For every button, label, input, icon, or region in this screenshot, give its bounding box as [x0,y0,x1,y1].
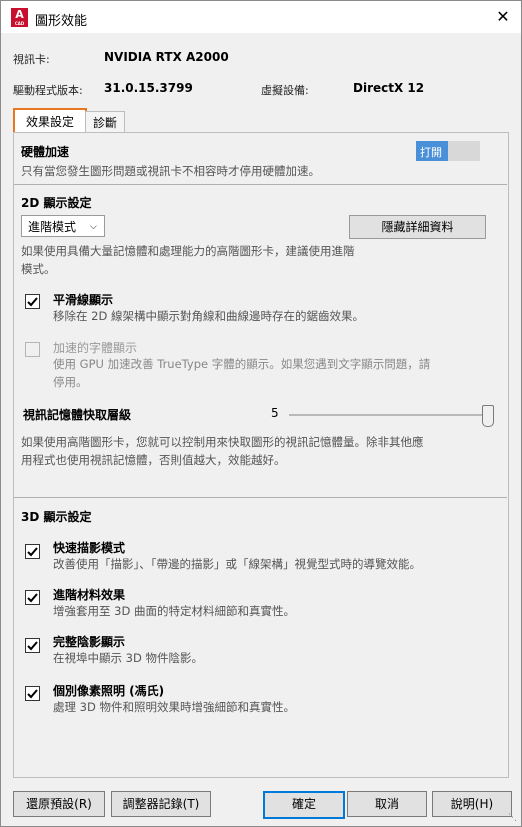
autocad-app-icon: A CAD [11,8,28,27]
cache-description-line1: 如果使用高階圖形卡，您就可以控制用來快取圖形的視訊記憶體量。除非其他應 [21,435,424,449]
driver-version-label: 驅動程式版本: [13,84,83,97]
full-shadow-description: 在視埠中顯示 3D 物件陰影。 [53,651,203,665]
title-bar: A CAD 圖形效能 ✕ [1,1,521,33]
hardware-acceleration-description: 只有當您發生圖形問題或視訊卡不相容時才停用硬體加速。 [21,164,320,178]
full-shadow-checkbox[interactable] [25,638,40,653]
cache-level-slider-thumb[interactable] [482,405,494,427]
checkmark-icon [27,297,38,307]
display-3d-title: 3D 顯示設定 [21,510,92,524]
checkmark-icon [27,641,38,651]
display-2d-description-line2: 模式。 [21,262,56,276]
virtual-device-label: 虛擬設備: [261,84,309,97]
chevron-down-icon: ⌵ [90,222,97,232]
accelerated-font-description-line1: 使用 GPU 加速改善 TrueType 字體的顯示。如果您遇到文字顯示問題，請 [53,357,431,371]
help-button[interactable]: 說明(H) [432,791,512,817]
full-shadow-title: 完整陰影顯示 [53,635,126,649]
per-pixel-lighting-title: 個別像素照明 (馮氏) [53,684,165,698]
resize-grip-icon[interactable]: ⋱ [508,813,517,823]
fast-shaded-mode-checkbox[interactable] [25,544,40,559]
display-2d-description-line1: 如果使用具備大量記憶體和處理能力的高階圖形卡，建議使用進階 [21,244,355,258]
checkmark-icon [27,547,38,557]
close-icon[interactable]: ✕ [493,7,513,27]
divider [14,184,507,185]
cancel-button[interactable]: 取消 [347,791,427,817]
hardware-acceleration-toggle[interactable]: 打開 [416,141,480,161]
hide-details-button[interactable]: 隱藏詳細資料 [349,215,486,239]
display-2d-title: 2D 顯示設定 [21,196,92,210]
graphics-card-value: NVIDIA RTX A2000 [104,50,229,64]
cache-level-value: 5 [271,406,279,420]
display-mode-select[interactable]: 進階模式 ⌵ [21,215,105,237]
display-mode-value: 進階模式 [28,220,77,234]
toggle-label: 打開 [420,146,442,159]
app-icon-sub: CAD [14,21,25,26]
tab-diagnostics[interactable]: 診斷 [85,111,125,134]
smooth-line-description: 移除在 2D 線架構中顯示對角線和曲線邊時存在的鋸齒效果。 [53,309,364,323]
tuner-log-button[interactable]: 調整器記錄(T) [111,791,211,817]
cache-level-slider-track[interactable] [289,414,489,416]
graphics-card-label: 視訊卡: [13,53,50,66]
fast-shaded-mode-title: 快速描影模式 [53,541,126,555]
per-pixel-lighting-checkbox[interactable] [25,686,40,701]
advanced-material-title: 進階材料效果 [53,588,126,602]
per-pixel-lighting-description: 處理 3D 物件和照明效果時增強細節和真實性。 [53,700,295,714]
driver-version-value: 31.0.15.3799 [104,81,193,95]
app-icon-letter: A [15,8,24,21]
accelerated-font-checkbox[interactable] [25,342,40,357]
cache-description-line2: 用程式也使用視訊記憶體，否則值越大，效能越好。 [21,453,286,467]
ok-button[interactable]: 確定 [263,791,345,819]
accelerated-font-description-line2: 停用。 [53,375,88,389]
dialog-title: 圖形效能 [35,14,88,29]
smooth-line-checkbox[interactable] [25,294,40,309]
advanced-material-checkbox[interactable] [25,590,40,605]
divider [14,497,507,498]
reset-defaults-button[interactable]: 還原預設(R) [13,791,105,817]
hardware-acceleration-title: 硬體加速 [21,145,70,159]
cache-level-label: 視訊記憶體快取層級 [23,408,132,422]
fast-shaded-mode-description: 改善使用「描影」、「帶邊的描影」或「線架構」視覺型式時的導覽效能。 [53,557,421,571]
accelerated-font-title: 加速的字體顯示 [53,341,138,355]
checkmark-icon [27,593,38,603]
advanced-material-description: 增強套用至 3D 曲面的特定材料細節和真實性。 [53,604,295,618]
virtual-device-value: DirectX 12 [353,81,425,95]
smooth-line-title: 平滑線顯示 [53,293,114,307]
checkmark-icon [27,689,38,699]
graphics-performance-dialog: A CAD 圖形效能 ✕ 視訊卡: NVIDIA RTX A2000 驅動程式版… [0,0,522,827]
